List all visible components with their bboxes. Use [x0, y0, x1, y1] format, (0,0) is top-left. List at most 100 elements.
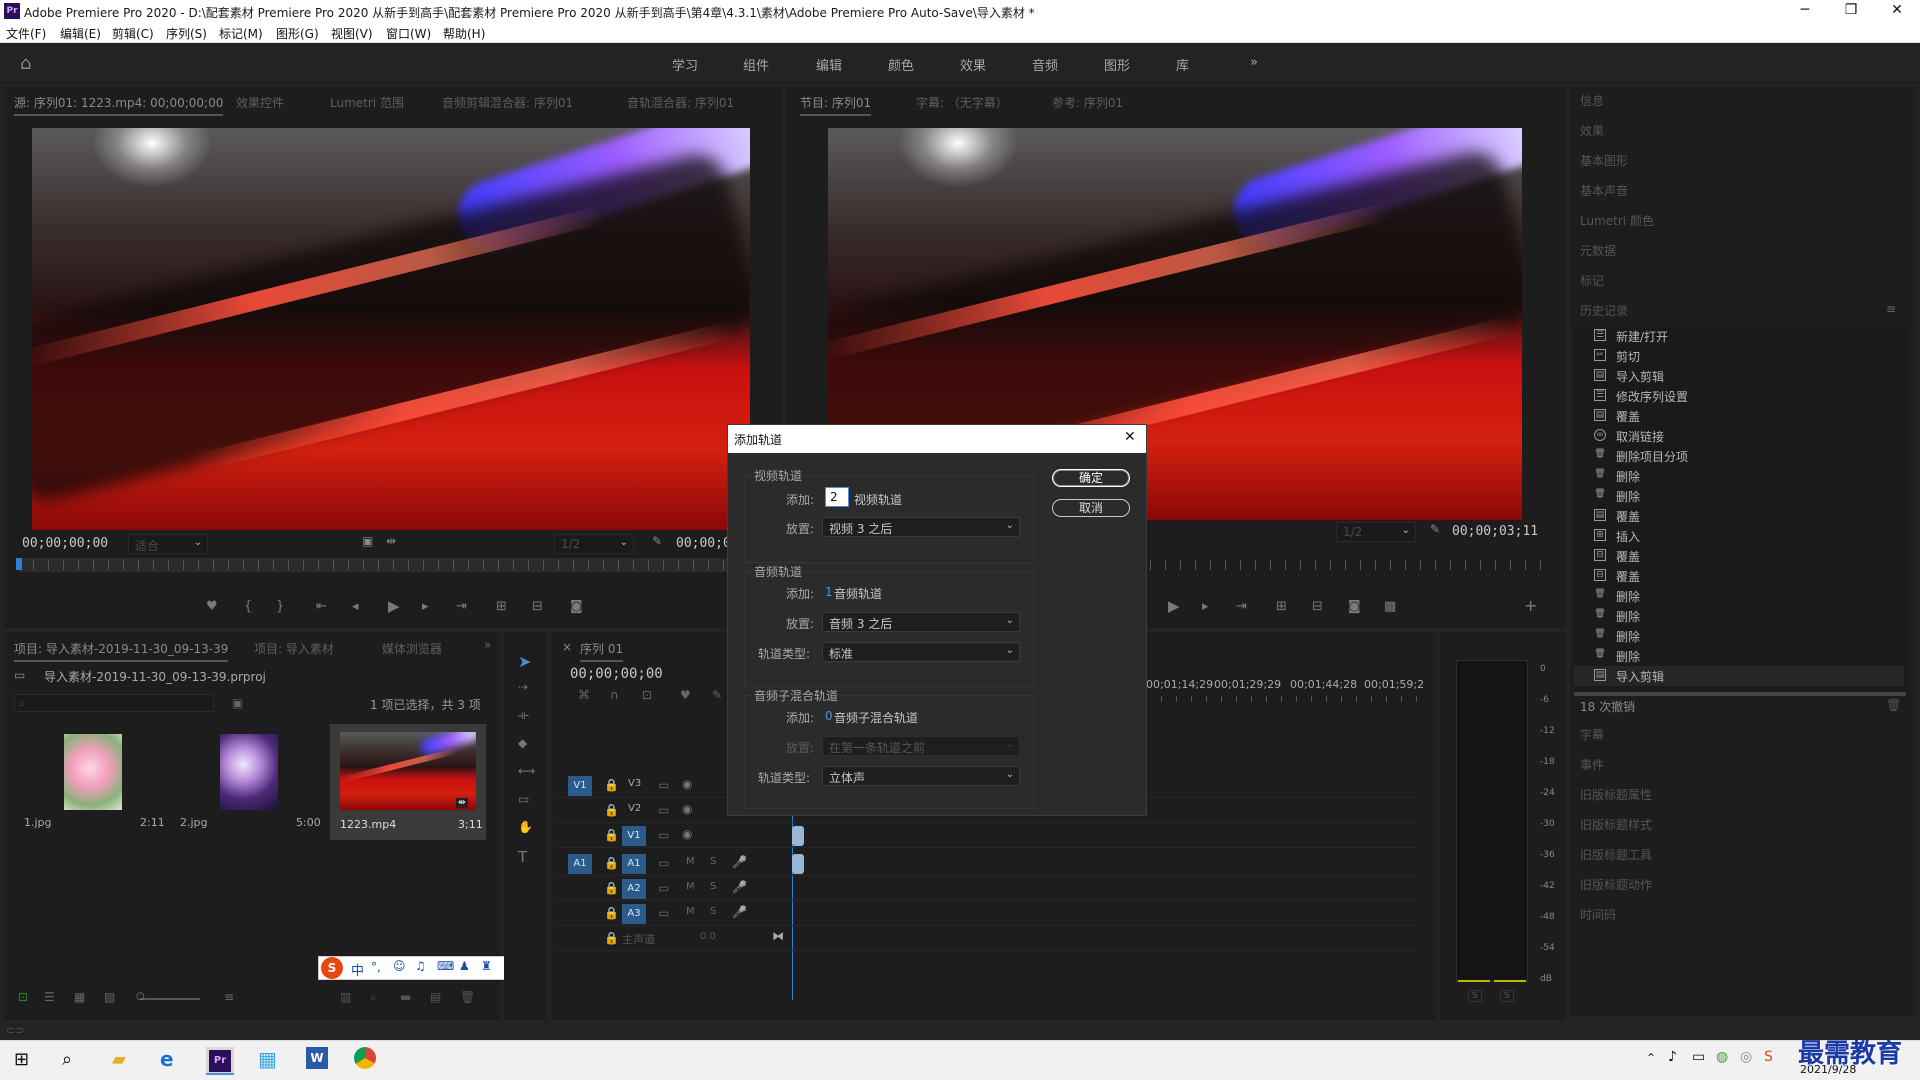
timeline-clip-audio[interactable]: [792, 854, 804, 874]
sync-lock-icon[interactable]: ▭: [658, 803, 669, 817]
resolution-icon[interactable]: ⇹: [386, 534, 396, 548]
skin-icon[interactable]: ♜: [481, 959, 492, 973]
step-back-icon[interactable]: ◂: [352, 599, 359, 614]
mark-out-icon[interactable]: }: [276, 599, 284, 614]
dialog-close-icon[interactable]: ✕: [1124, 429, 1136, 445]
audio-place-dropdown[interactable]: 音频 3 之后 ⌄: [822, 612, 1020, 632]
video-place-dropdown[interactable]: 视频 3 之后 ⌄: [822, 517, 1020, 537]
hand-tool-icon[interactable]: ✋: [518, 820, 533, 834]
lock-icon[interactable]: 🔒: [604, 906, 619, 920]
tab-effect-controls[interactable]: 效果控件: [236, 94, 284, 111]
list-item[interactable]: ∞ 取消链接: [1574, 426, 1904, 446]
program-scale-dropdown[interactable]: 1/2 ⌄: [1336, 522, 1416, 542]
panel-info[interactable]: 信息: [1580, 92, 1604, 109]
workspace-color[interactable]: 颜色: [888, 55, 914, 74]
cancel-button[interactable]: 取消: [1052, 499, 1130, 517]
overwrite-clip-icon[interactable]: ⊟: [532, 599, 543, 614]
panel-legacy-title-styles[interactable]: 旧版标题样式: [1580, 816, 1652, 833]
list-item[interactable]: ☰ 新建/打开: [1574, 326, 1904, 346]
tab-media-browser[interactable]: 媒体浏览器: [382, 640, 442, 657]
emoji-icon[interactable]: ☺: [393, 959, 406, 973]
minimize-button[interactable]: ─: [1782, 0, 1828, 22]
menu-graphics[interactable]: 图形(G): [276, 25, 319, 42]
solo-right-button[interactable]: S: [1500, 990, 1514, 1002]
zoom-slider-handle[interactable]: ○: [136, 991, 145, 1002]
new-item-icon[interactable]: ▤: [430, 990, 441, 1004]
go-to-in-icon[interactable]: ⇤: [316, 599, 327, 614]
punctuation-icon[interactable]: °,: [371, 960, 381, 974]
chrome-browser-icon[interactable]: [354, 1047, 376, 1069]
list-item[interactable]: ▤ 导入剪辑: [1574, 666, 1904, 686]
workspace-more-icon[interactable]: »: [1250, 55, 1258, 70]
premiere-taskbar-active[interactable]: Pr: [206, 1047, 234, 1075]
panel-effects[interactable]: 效果: [1580, 122, 1604, 139]
play-icon[interactable]: ▶: [388, 597, 400, 615]
network-icon[interactable]: ▭: [1692, 1049, 1705, 1065]
tab-project-import[interactable]: 项目: 导入素材: [254, 640, 334, 657]
panel-metadata[interactable]: 元数据: [1580, 242, 1616, 259]
solo-button[interactable]: S: [710, 856, 716, 867]
list-item[interactable]: 🗑 删除项目分项: [1574, 446, 1904, 466]
wrench-icon[interactable]: ✎: [652, 534, 662, 548]
panel-captions[interactable]: 字幕: [1580, 726, 1604, 743]
eye-icon[interactable]: ◉: [682, 827, 692, 841]
clear-icon[interactable]: 🗑: [460, 990, 475, 1004]
marker-icon[interactable]: ♥: [206, 599, 218, 614]
workspace-graphics[interactable]: 图形: [1104, 55, 1130, 74]
tray-expand-icon[interactable]: ⌃: [1646, 1051, 1656, 1065]
sync-lock-icon[interactable]: ▭: [658, 778, 669, 792]
icon-view-icon[interactable]: ▦: [74, 990, 85, 1004]
source-scale-dropdown[interactable]: 1/2 ⌄: [554, 534, 634, 554]
list-item[interactable]: 🗑 删除: [1574, 586, 1904, 606]
eye-icon[interactable]: ◉: [682, 802, 692, 816]
video-add-count-input[interactable]: 2: [825, 487, 849, 507]
extract-icon[interactable]: ⊟: [1312, 599, 1323, 614]
lock-icon[interactable]: 🔒: [604, 778, 619, 792]
nest-icon[interactable]: ⌘: [578, 688, 590, 702]
export-frame-icon[interactable]: ◙: [570, 599, 583, 614]
microphone-icon[interactable]: 🎤: [732, 855, 747, 869]
sogou-logo-icon[interactable]: S: [321, 957, 343, 979]
tray-app-icon[interactable]: ◎: [1740, 1049, 1752, 1065]
project-item-2jpg[interactable]: 2.jpg 5:00: [170, 724, 321, 836]
word-app-icon[interactable]: W: [306, 1047, 328, 1069]
home-icon[interactable]: ⌂: [20, 53, 31, 74]
solo-left-button[interactable]: S: [1468, 990, 1482, 1002]
menu-edit[interactable]: 编辑(E): [60, 25, 101, 42]
snap-icon[interactable]: ∩: [610, 688, 619, 702]
lock-icon[interactable]: 🔒: [604, 881, 619, 895]
master-volume[interactable]: 0.0: [700, 931, 716, 942]
submix-type-dropdown[interactable]: 立体声 ⌄: [822, 766, 1020, 786]
list-item[interactable]: ▤ 覆盖: [1574, 506, 1904, 526]
go-to-end-icon[interactable]: ⧓: [772, 929, 784, 943]
step-forward-icon[interactable]: ▸: [422, 599, 429, 614]
zoom-slider[interactable]: [140, 998, 200, 1000]
list-item[interactable]: ⊞ 插入: [1574, 526, 1904, 546]
track-select-tool-icon[interactable]: ⇢: [518, 680, 528, 694]
menu-file[interactable]: 文件(F): [6, 25, 46, 42]
list-item[interactable]: ⊟ 覆盖: [1574, 546, 1904, 566]
sort-icon[interactable]: ≡: [224, 990, 234, 1004]
microphone-icon[interactable]: 🎤: [732, 880, 747, 894]
list-item[interactable]: ☰ 修改序列设置: [1574, 386, 1904, 406]
tab-audio-clip-mixer[interactable]: 音频剪辑混合器: 序列01: [442, 94, 573, 111]
mark-in-icon[interactable]: {: [244, 599, 252, 614]
list-item[interactable]: 🗑 删除: [1574, 606, 1904, 626]
freeform-view-icon[interactable]: ▧: [104, 990, 115, 1004]
eye-icon[interactable]: ◉: [682, 777, 692, 791]
history-delete-icon[interactable]: 🗑: [1886, 698, 1901, 712]
program-wrench-icon[interactable]: ✎: [1430, 522, 1440, 536]
menu-window[interactable]: 窗口(W): [386, 25, 431, 42]
lock-icon[interactable]: 🔒: [604, 828, 619, 842]
speaker-icon[interactable]: ♪: [1668, 1049, 1677, 1065]
list-item[interactable]: ⊟ 覆盖: [1574, 566, 1904, 586]
source-timecode[interactable]: 00;00;00;00: [22, 536, 108, 551]
solo-button[interactable]: S: [710, 881, 716, 892]
workspace-learn[interactable]: 学习: [672, 55, 698, 74]
solo-button[interactable]: S: [710, 906, 716, 917]
workspace-assembly[interactable]: 组件: [743, 55, 769, 74]
program-go-to-out-icon[interactable]: ⇥: [1236, 599, 1247, 614]
find-icon[interactable]: ⌕: [370, 990, 377, 1005]
pen-tool-icon[interactable]: ▭: [518, 792, 529, 806]
user-icon[interactable]: ♟: [459, 959, 470, 973]
